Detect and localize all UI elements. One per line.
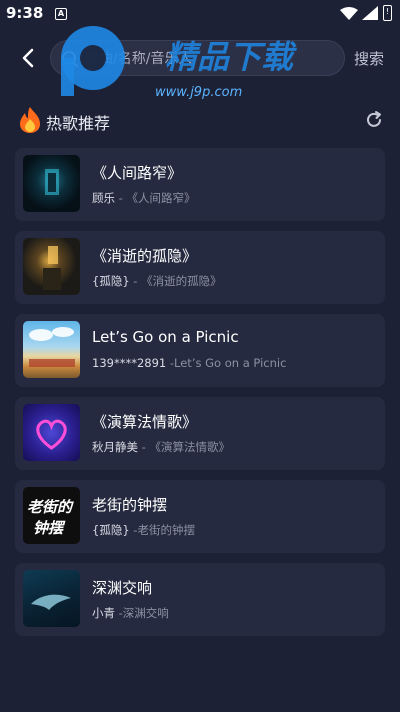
top-bar: 搜索 [0, 38, 400, 78]
artist-name: 小青 [92, 606, 115, 620]
song-name: -深渊交响 [115, 606, 169, 620]
artist-name: 139****2891 [92, 356, 167, 370]
search-input[interactable] [85, 47, 325, 71]
song-subtitle: 秋月静美 - 《演算法情歌》 [92, 439, 230, 455]
album-cover [23, 404, 80, 461]
song-card[interactable]: 深渊交响 小青 -深渊交响 [15, 563, 385, 636]
hot-songs-header: 热歌推荐 [18, 106, 388, 134]
song-subtitle: 小青 -深渊交响 [92, 605, 169, 621]
back-arrow-icon[interactable] [20, 48, 36, 68]
song-title: Let’s Go on a Picnic [92, 328, 239, 346]
album-cover: 老街的 钟摆 [23, 487, 80, 544]
song-subtitle: {孤隐} - 《消逝的孤隐》 [92, 273, 222, 289]
song-title: 《消逝的孤隐》 [92, 247, 198, 265]
song-card[interactable]: 《演算法情歌》 秋月静美 - 《演算法情歌》 [15, 397, 385, 470]
battery-icon: ! [383, 5, 392, 21]
song-title: 《演算法情歌》 [92, 413, 198, 431]
song-name: - 《人间路窄》 [115, 191, 196, 205]
artist-name: {孤隐} [92, 523, 130, 537]
song-title: 老街的钟摆 [92, 496, 168, 514]
song-name: - 《演算法情歌》 [138, 440, 230, 454]
song-subtitle: 139****2891 -Let’s Go on a Picnic [92, 356, 286, 370]
song-name: -老街的钟摆 [129, 523, 195, 537]
notification-icon: A [55, 8, 67, 20]
artist-name: 秋月静美 [92, 440, 138, 454]
song-list: 《人间路窄》 顾乐 - 《人间路窄》 《消逝的孤隐》 {孤隐} - 《消逝的孤隐… [15, 148, 385, 646]
svg-text:www.j9p.com: www.j9p.com [155, 85, 242, 100]
search-box[interactable] [50, 40, 345, 76]
song-subtitle: 顾乐 - 《人间路窄》 [92, 190, 195, 206]
search-icon [62, 51, 79, 68]
cover-text-line2: 钟摆 [33, 519, 66, 537]
status-time: 9:38 [6, 4, 44, 22]
status-bar: 9:38 A ! [0, 0, 400, 28]
cover-text-line1: 老街的 [27, 498, 74, 516]
song-card[interactable]: 《人间路窄》 顾乐 - 《人间路窄》 [15, 148, 385, 221]
album-cover [23, 570, 80, 627]
fire-icon [20, 107, 40, 133]
song-subtitle: {孤隐} -老街的钟摆 [92, 522, 195, 538]
album-cover [23, 321, 80, 378]
refresh-icon[interactable] [364, 110, 384, 130]
artist-name: 顾乐 [92, 191, 115, 205]
song-card[interactable]: Let’s Go on a Picnic 139****2891 -Let’s … [15, 314, 385, 387]
song-title: 《人间路窄》 [92, 164, 183, 182]
album-cover [23, 155, 80, 212]
song-title: 深渊交响 [92, 579, 153, 597]
section-title: 热歌推荐 [46, 114, 111, 133]
search-button[interactable]: 搜索 [354, 48, 384, 69]
song-name: - 《消逝的孤隐》 [129, 274, 222, 288]
artist-name: {孤隐} [92, 274, 130, 288]
album-cover [23, 238, 80, 295]
song-card[interactable]: 《消逝的孤隐》 {孤隐} - 《消逝的孤隐》 [15, 231, 385, 304]
song-name: -Let’s Go on a Picnic [166, 356, 287, 370]
song-card[interactable]: 老街的 钟摆 老街的钟摆 {孤隐} -老街的钟摆 [15, 480, 385, 553]
signal-icon [362, 6, 378, 20]
wifi-icon [340, 7, 358, 20]
